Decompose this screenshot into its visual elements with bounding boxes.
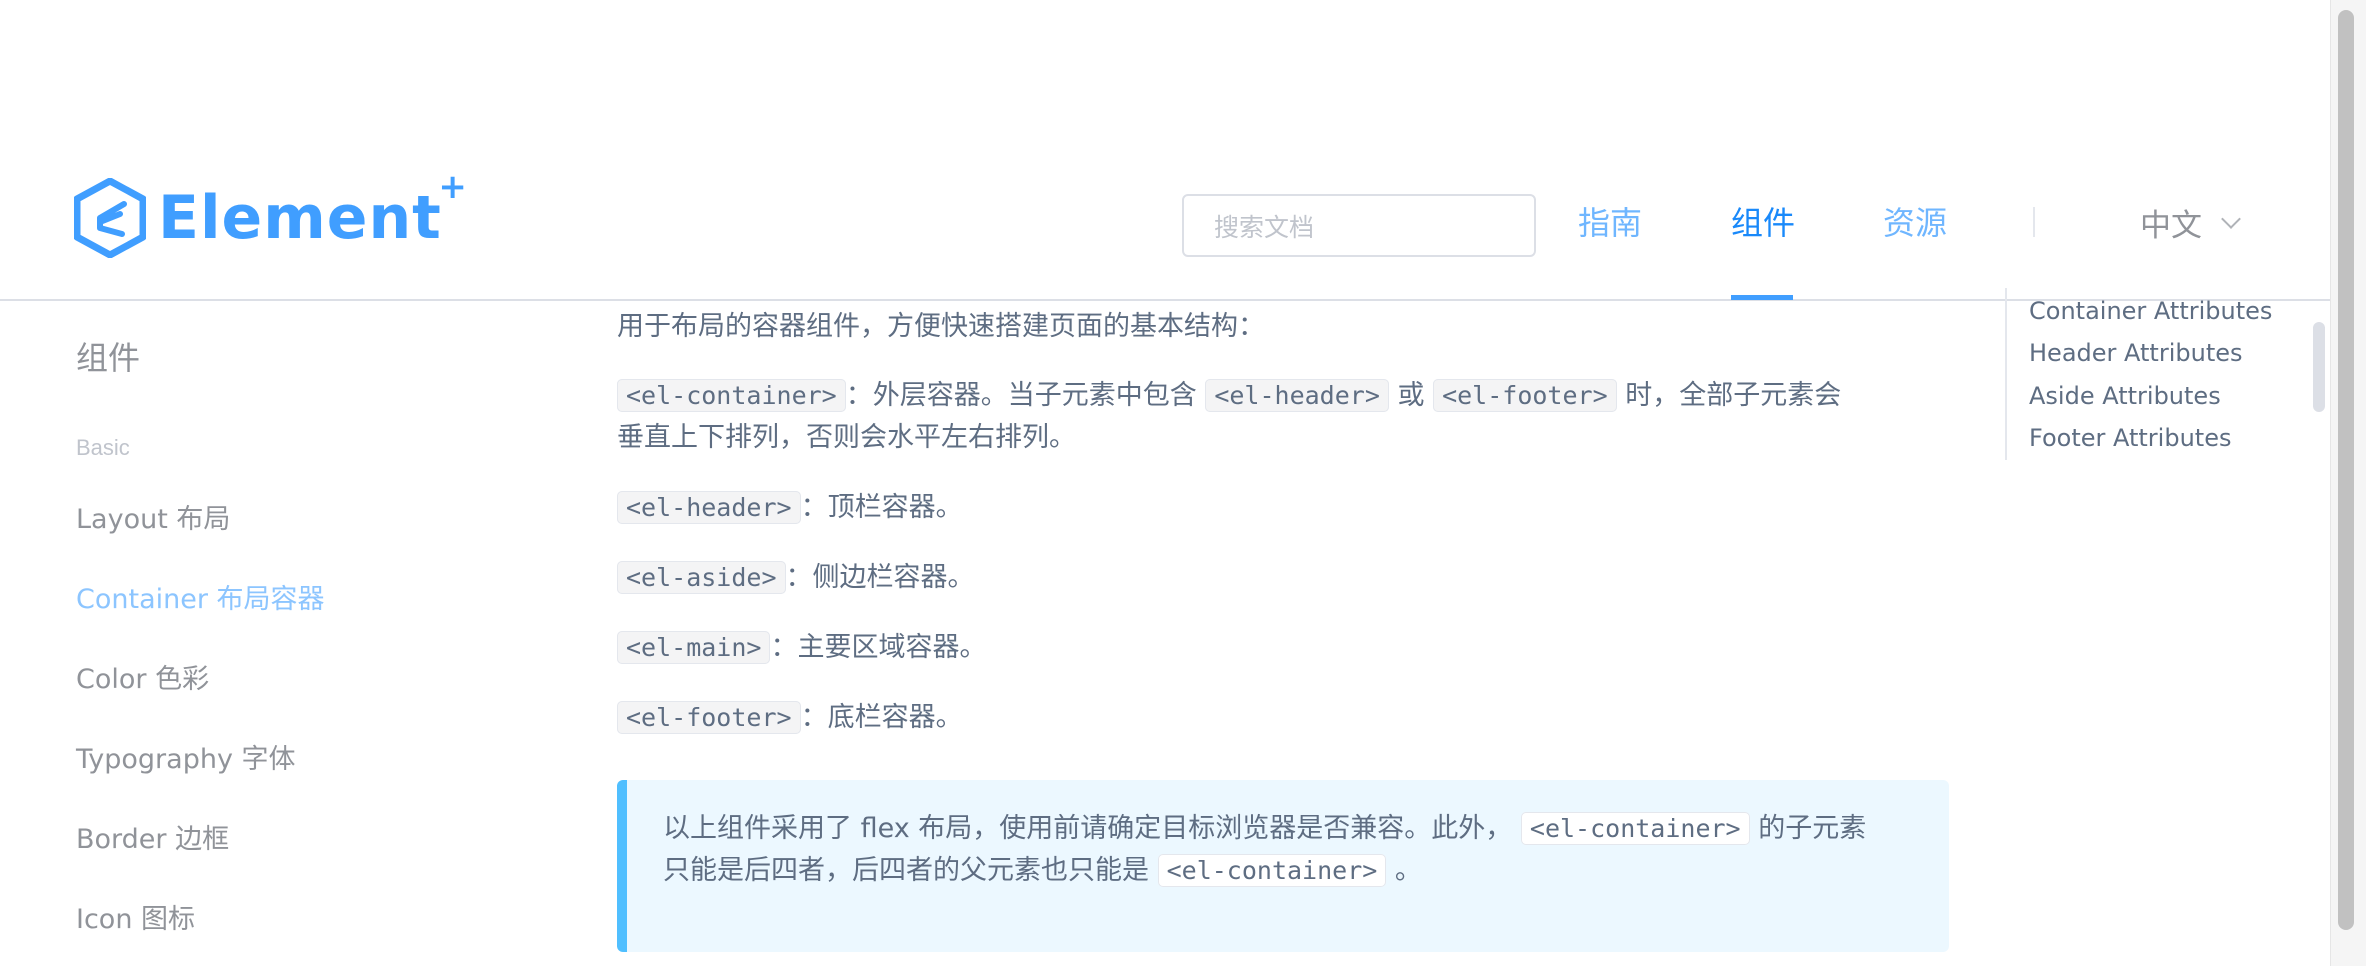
- sidebar-item-icon[interactable]: Icon 图标: [76, 897, 195, 936]
- toc-item-aside-attributes[interactable]: Aside Attributes: [2029, 382, 2221, 410]
- logo[interactable]: Element +: [74, 167, 468, 258]
- element-logo-icon: [74, 178, 146, 258]
- sidebar-item-layout[interactable]: Layout 布局: [76, 497, 230, 536]
- top-header: Element + 搜索文档 指南 组件 资源 中文: [0, 0, 2330, 301]
- intro-text: 用于布局的容器组件，方便快速搭建页面的基本结构：: [617, 311, 1265, 342]
- sidebar-item-color[interactable]: Color 色彩: [76, 657, 209, 696]
- nav-active-indicator: [1731, 295, 1793, 300]
- code-el-header: <el-header>: [617, 491, 801, 524]
- nav-guide[interactable]: 指南: [1578, 198, 1642, 244]
- code-el-footer: <el-footer>: [617, 701, 801, 734]
- nav-divider: [2033, 207, 2035, 237]
- nav-resources[interactable]: 资源: [1883, 198, 1947, 244]
- search-input[interactable]: 搜索文档: [1182, 194, 1536, 257]
- chevron-down-icon: [2221, 208, 2241, 229]
- search-placeholder: 搜索文档: [1214, 212, 1315, 242]
- header-description: <el-header> ：顶栏容器。: [617, 487, 963, 529]
- tip-line-1: 以上组件采用了 flex 布局，使用前请确定目标浏览器是否兼容。此外， <el-…: [663, 812, 1867, 845]
- container-description: <el-container> ：外层容器。当子元素中包含 <el-header> …: [617, 375, 1841, 417]
- code-el-aside: <el-aside>: [617, 561, 786, 594]
- logo-plus: +: [438, 167, 468, 207]
- code-el-container: <el-container>: [617, 379, 846, 412]
- sidebar-group-basic: Basic: [76, 435, 130, 460]
- container-description-line2: 垂直上下排列，否则会水平左右排列。: [617, 422, 1076, 453]
- tip-box: 以上组件采用了 flex 布局，使用前请确定目标浏览器是否兼容。此外， <el-…: [617, 780, 1949, 952]
- language-dropdown[interactable]: 中文: [2140, 200, 2241, 245]
- toc-item-container-attributes[interactable]: Container Attributes: [2029, 297, 2272, 325]
- aside-description: <el-aside> ：侧边栏容器。: [617, 557, 975, 599]
- sidebar-title: 组件: [76, 339, 141, 377]
- code-el-main: <el-main>: [617, 631, 771, 664]
- code-el-container: <el-container>: [1157, 854, 1387, 887]
- tip-line-2: 只能是后四者，后四者的父元素也只能是 <el-container> 。: [663, 854, 1422, 887]
- code-el-container: <el-container>: [1520, 812, 1750, 845]
- main-description: <el-main> ：主要区域容器。: [617, 627, 986, 669]
- toc-item-header-attributes[interactable]: Header Attributes: [2029, 339, 2243, 367]
- code-el-header: <el-header>: [1205, 379, 1389, 412]
- sidebar-item-border[interactable]: Border 边框: [76, 817, 229, 856]
- sidebar-item-typography[interactable]: Typography 字体: [76, 737, 296, 776]
- content-scrollbar[interactable]: [2313, 322, 2325, 412]
- toc-item-footer-attributes[interactable]: Footer Attributes: [2029, 424, 2231, 452]
- window-scrollbar-thumb[interactable]: [2338, 10, 2354, 930]
- logo-text: Element +: [158, 167, 468, 253]
- footer-description: <el-footer> ：底栏容器。: [617, 697, 963, 739]
- language-label: 中文: [2140, 208, 2202, 244]
- sidebar-item-container[interactable]: Container 布局容器: [76, 577, 325, 616]
- nav-components[interactable]: 组件: [1731, 198, 1795, 244]
- code-el-footer: <el-footer>: [1433, 379, 1617, 412]
- table-of-contents: Container Attributes Header Attributes A…: [2005, 288, 2305, 460]
